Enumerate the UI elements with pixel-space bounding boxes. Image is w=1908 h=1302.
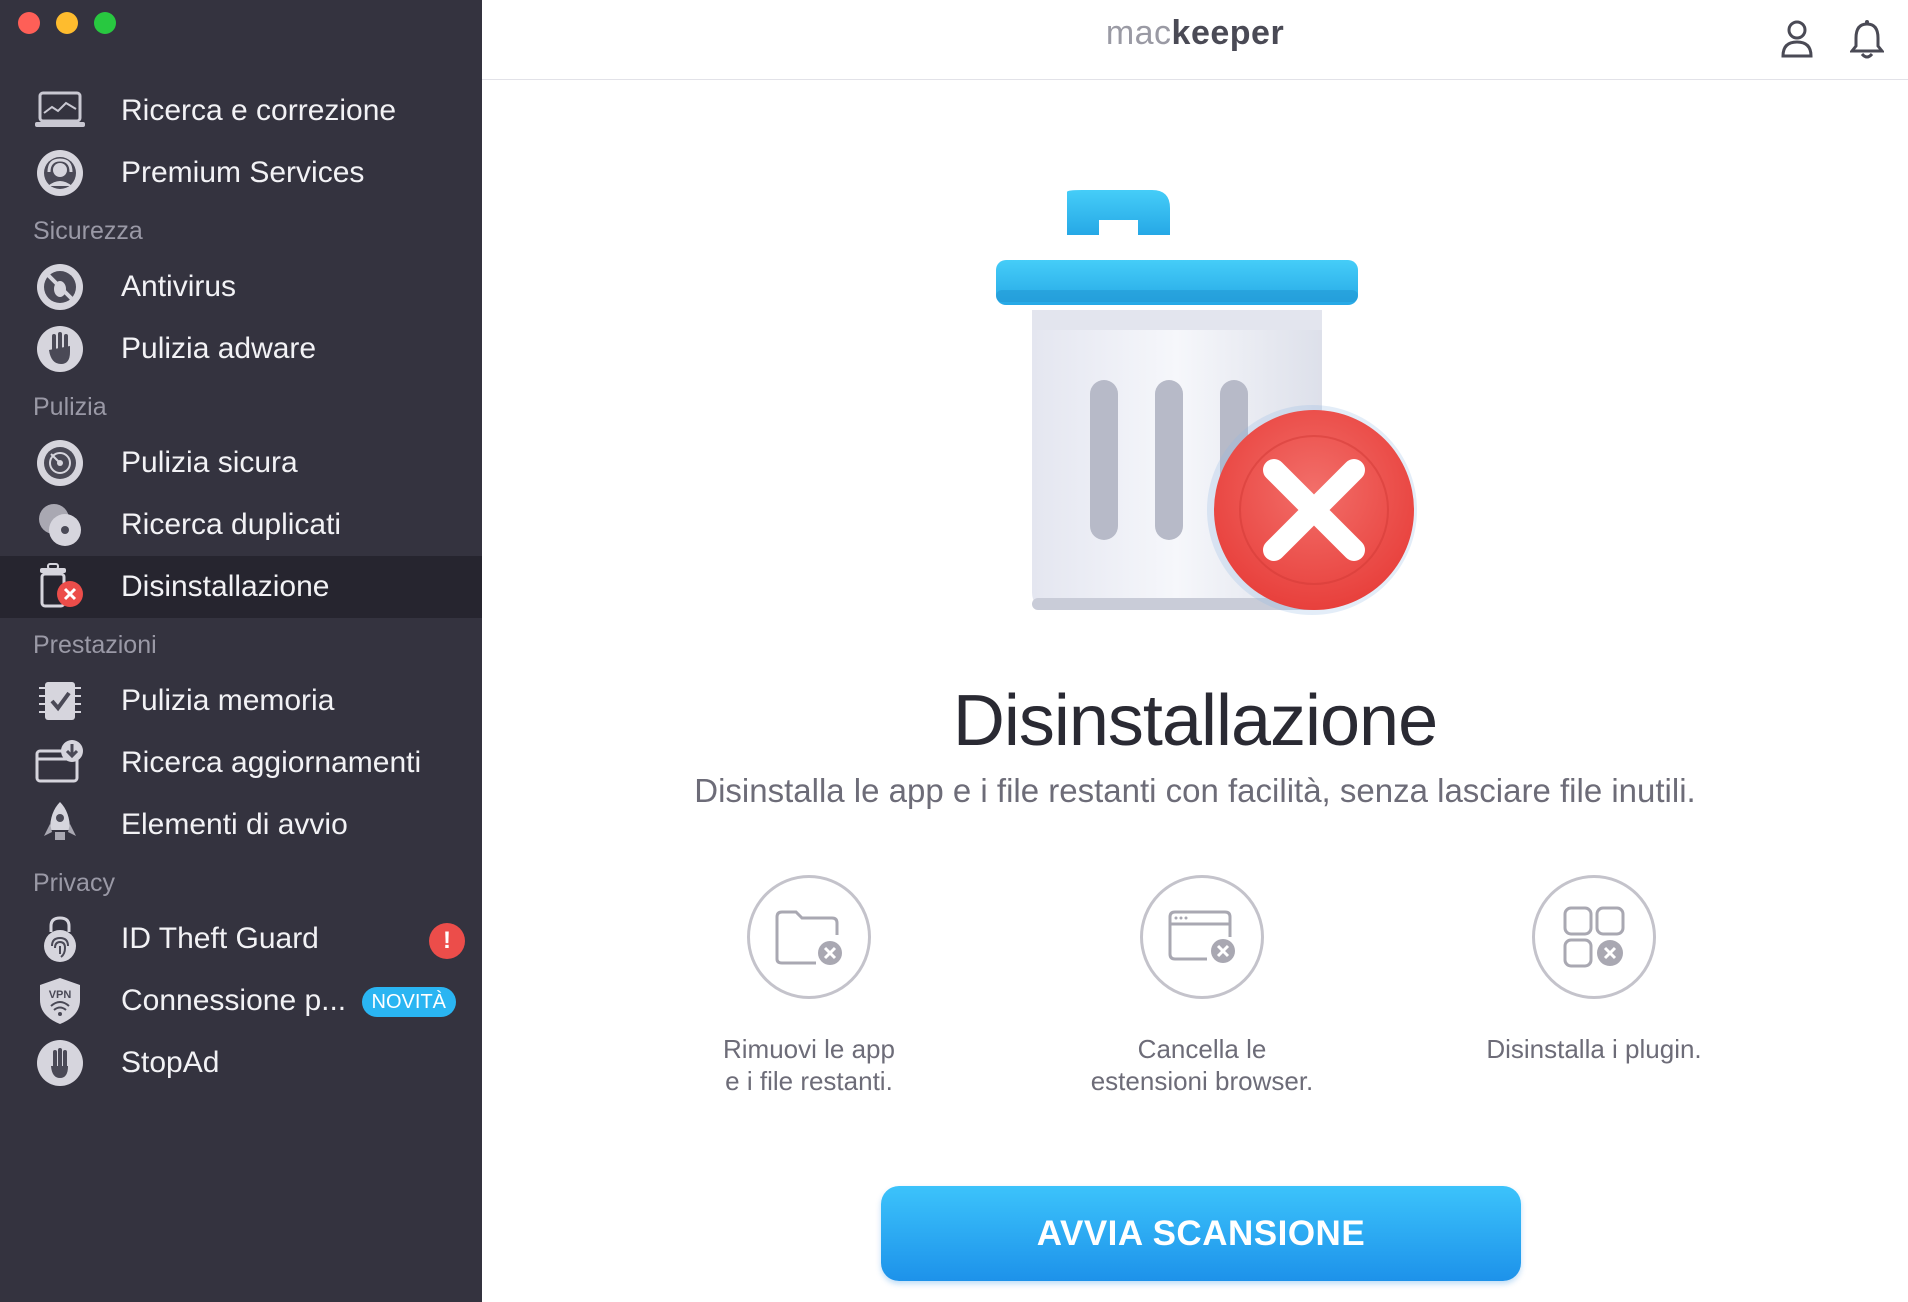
sidebar-item-connessione-vpn[interactable]: VPN Connessione p... NOVITÀ <box>0 970 482 1032</box>
mackeeper-logo: mackeeper <box>1105 14 1285 52</box>
section-title-sicurezza: Sicurezza <box>33 217 143 245</box>
stopad-hand-icon <box>33 1036 87 1090</box>
minimize-window-button[interactable] <box>56 12 78 34</box>
sidebar-item-label: Pulizia sicura <box>121 446 298 479</box>
feature-text: Cancella le estensioni browser. <box>1090 1034 1314 1096</box>
sidebar: Ricerca e correzione Premium Services Si… <box>0 0 482 1302</box>
sidebar-item-pulizia-memoria[interactable]: Pulizia memoria <box>0 670 482 732</box>
sidebar-item-ricerca-duplicati[interactable]: Ricerca duplicati <box>0 494 482 556</box>
page-subtitle: Disinstalla le app e i file restanti con… <box>694 772 1696 809</box>
trash-x-icon <box>33 560 87 614</box>
sidebar-item-label: StopAd <box>121 1046 220 1079</box>
sidebar-item-label: ID Theft Guard <box>121 922 319 955</box>
hand-stop-icon <box>33 322 87 376</box>
sidebar-item-label: Antivirus <box>121 270 237 303</box>
sidebar-item-label: Pulizia adware <box>121 332 317 365</box>
sidebar-item-pulizia-adware[interactable]: Pulizia adware <box>0 318 482 380</box>
sidebar-item-label: Connessione p... <box>121 984 347 1017</box>
new-badge: NOVITÀ <box>361 987 456 1017</box>
zoom-window-button[interactable] <box>94 12 116 34</box>
sidebar-item-label: Ricerca aggiornamenti <box>121 746 422 779</box>
sidebar-item-label: Disinstallazione <box>121 570 330 603</box>
page-title: Disinstallazione <box>952 681 1438 761</box>
grid-x-icon <box>1532 875 1656 999</box>
close-window-button[interactable] <box>18 12 40 34</box>
disk-clean-icon <box>33 436 87 490</box>
section-title-pulizia: Pulizia <box>33 393 107 421</box>
sidebar-item-label: Elementi di avvio <box>121 808 348 841</box>
feature-text: Rimuovi le app e i file restanti. <box>723 1034 895 1096</box>
svg-text:VPN: VPN <box>49 989 72 1001</box>
sidebar-item-label: Ricerca e correzione <box>121 94 397 127</box>
sidebar-item-label: Pulizia memoria <box>121 684 335 717</box>
sidebar-item-disinstallazione[interactable]: Disinstallazione <box>0 556 482 618</box>
feature-plugins: Disinstalla i plugin. <box>1444 875 1744 1065</box>
top-bar: mackeeper <box>482 0 1908 80</box>
sidebar-item-ricerca-correzione[interactable]: Ricerca e correzione <box>0 80 482 142</box>
update-download-icon <box>33 736 87 790</box>
feature-remove-apps: Rimuovi le app e i file restanti. <box>659 875 959 1097</box>
sidebar-item-stopad[interactable]: StopAd <box>0 1032 482 1094</box>
laptop-chart-icon <box>33 84 87 138</box>
sidebar-item-elementi-avvio[interactable]: Elementi di avvio <box>0 794 482 856</box>
sidebar-item-pulizia-sicura[interactable]: Pulizia sicura <box>0 432 482 494</box>
sidebar-item-id-theft-guard[interactable]: ID Theft Guard ! <box>0 908 482 970</box>
window-controls <box>18 12 116 34</box>
main-content: mackeeper Disinstallazione Disinstalla l… <box>482 0 1908 1302</box>
alert-badge: ! <box>429 923 465 959</box>
section-title-prestazioni: Prestazioni <box>33 631 157 659</box>
bug-blocked-icon <box>33 260 87 314</box>
fingerprint-lock-icon <box>33 912 87 966</box>
section-title-privacy: Privacy <box>33 869 115 897</box>
sidebar-item-ricerca-aggiornamenti[interactable]: Ricerca aggiornamenti <box>0 732 482 794</box>
memory-chip-icon <box>33 674 87 728</box>
sidebar-item-label: Premium Services <box>121 156 365 189</box>
notification-bell-icon[interactable] <box>1848 18 1888 60</box>
duplicate-discs-icon <box>33 498 87 552</box>
feature-browser-extensions: Cancella le estensioni browser. <box>1052 875 1352 1097</box>
vpn-shield-icon: VPN <box>33 974 87 1028</box>
uninstaller-hero-illustration <box>992 180 1432 620</box>
rocket-icon <box>33 798 87 852</box>
sidebar-nav: Ricerca e correzione Premium Services Si… <box>0 80 482 1094</box>
sidebar-item-label: Ricerca duplicati <box>121 508 342 541</box>
browser-x-icon <box>1140 875 1264 999</box>
sidebar-item-antivirus[interactable]: Antivirus <box>0 256 482 318</box>
sidebar-item-premium-services[interactable]: Premium Services <box>0 142 482 204</box>
start-scan-button[interactable]: AVVIA SCANSIONE <box>881 1186 1521 1281</box>
headset-icon <box>33 146 87 200</box>
folder-x-icon <box>747 875 871 999</box>
account-icon[interactable] <box>1778 18 1816 60</box>
feature-text: Disinstalla i plugin. <box>1486 1034 1702 1064</box>
